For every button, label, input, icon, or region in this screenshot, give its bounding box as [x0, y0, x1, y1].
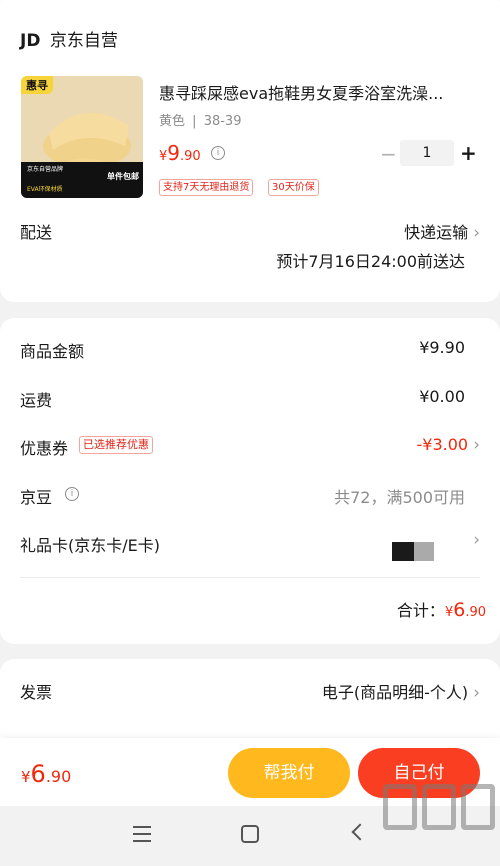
- product-price: ¥9.90: [159, 141, 201, 165]
- delivery-method[interactable]: 快递运输 ›: [404, 219, 480, 243]
- spec-size: 38-39: [203, 114, 242, 129]
- watermark-logo: [383, 784, 495, 834]
- gift-card-blur-2: [414, 542, 434, 561]
- total-integer: 6: [453, 599, 466, 621]
- coupon-value: -¥3.00: [416, 435, 469, 454]
- spec-color: 黄色: [159, 114, 186, 129]
- invoice-value: 电子(商品明细-个人): [321, 683, 469, 702]
- product-spec[interactable]: 黄色 | 38-39: [159, 110, 241, 129]
- quantity-plus-button[interactable]: +: [460, 143, 477, 163]
- delivery-label: 配送: [20, 223, 53, 242]
- gift-card-label: 礼品卡(京东卡/E卡): [20, 536, 160, 555]
- bottom-price-integer: 6: [30, 760, 46, 788]
- divider: [20, 577, 480, 578]
- store-header[interactable]: JD 京东自营: [20, 26, 118, 51]
- tag-price-protect: 30天价保: [268, 179, 319, 196]
- total: 合计：¥6.90: [397, 597, 486, 621]
- delivery-estimate: 预计7月16日24:00前送达: [276, 252, 465, 271]
- beans-info-icon[interactable]: i: [65, 487, 79, 501]
- total-label: 合计：: [396, 601, 445, 620]
- jd-logo: JD: [20, 31, 41, 51]
- bottom-price-symbol: ¥: [21, 768, 31, 786]
- quantity-input[interactable]: 1: [400, 140, 454, 166]
- summary-card: [0, 318, 500, 644]
- help-pay-button[interactable]: 帮我付: [228, 748, 350, 798]
- gift-card-selector[interactable]: [392, 540, 482, 562]
- invoice-label: 发票: [20, 683, 53, 702]
- thumb-label-shipping: 单件包邮: [107, 172, 139, 181]
- goods-amount-label: 商品金额: [20, 342, 85, 361]
- price-decimal: .90: [180, 149, 201, 164]
- menu-nav-icon[interactable]: [133, 826, 151, 842]
- total-decimal: .90: [465, 605, 486, 620]
- invoice-selector[interactable]: 电子(商品明细-个人) ›: [322, 679, 480, 703]
- jd-beans-value: 共72，满500可用: [334, 488, 465, 507]
- store-name: 京东自营: [49, 31, 118, 51]
- jd-beans-label: 京豆: [20, 488, 53, 507]
- total-symbol: ¥: [444, 605, 454, 620]
- thumb-label-brand: 京东自营品牌: [27, 166, 64, 173]
- brand-badge: 惠寻: [21, 76, 53, 94]
- quantity-minus-button[interactable]: −: [380, 144, 397, 164]
- chevron-right-icon: ›: [473, 435, 480, 455]
- bottom-price-decimal: .90: [45, 767, 72, 786]
- chevron-right-icon: ›: [473, 223, 480, 243]
- product-title[interactable]: 惠寻踩屎感eva拖鞋男女夏季浴室洗澡...: [159, 80, 443, 104]
- gift-card-blur: [392, 542, 414, 561]
- shipping-fee-value: ¥0.00: [419, 387, 465, 406]
- chevron-right-icon: ›: [473, 683, 480, 703]
- shipping-fee-label: 运费: [20, 391, 53, 410]
- coupon-selector[interactable]: -¥3.00 ›: [417, 435, 480, 455]
- spec-divider: |: [192, 114, 197, 129]
- delivery-method-value: 快递运输: [404, 223, 469, 242]
- chevron-right-icon: ›: [473, 530, 480, 550]
- bottom-total-price: ¥6.90: [21, 760, 71, 788]
- coupon-label: 优惠券: [20, 439, 69, 458]
- home-nav-icon[interactable]: [241, 825, 259, 843]
- coupon-tag: 已选推荐优惠: [79, 436, 153, 454]
- product-thumbnail[interactable]: 惠寻 京东自营品牌 EVA环保材质 单件包邮: [21, 76, 143, 198]
- tag-return-policy: 支持7天无理由退货: [159, 179, 254, 196]
- price-integer: 9: [167, 141, 181, 165]
- thumb-label-material: EVA环保材质: [27, 186, 63, 193]
- price-info-icon[interactable]: i: [211, 146, 225, 160]
- goods-amount-value: ¥9.90: [419, 338, 465, 357]
